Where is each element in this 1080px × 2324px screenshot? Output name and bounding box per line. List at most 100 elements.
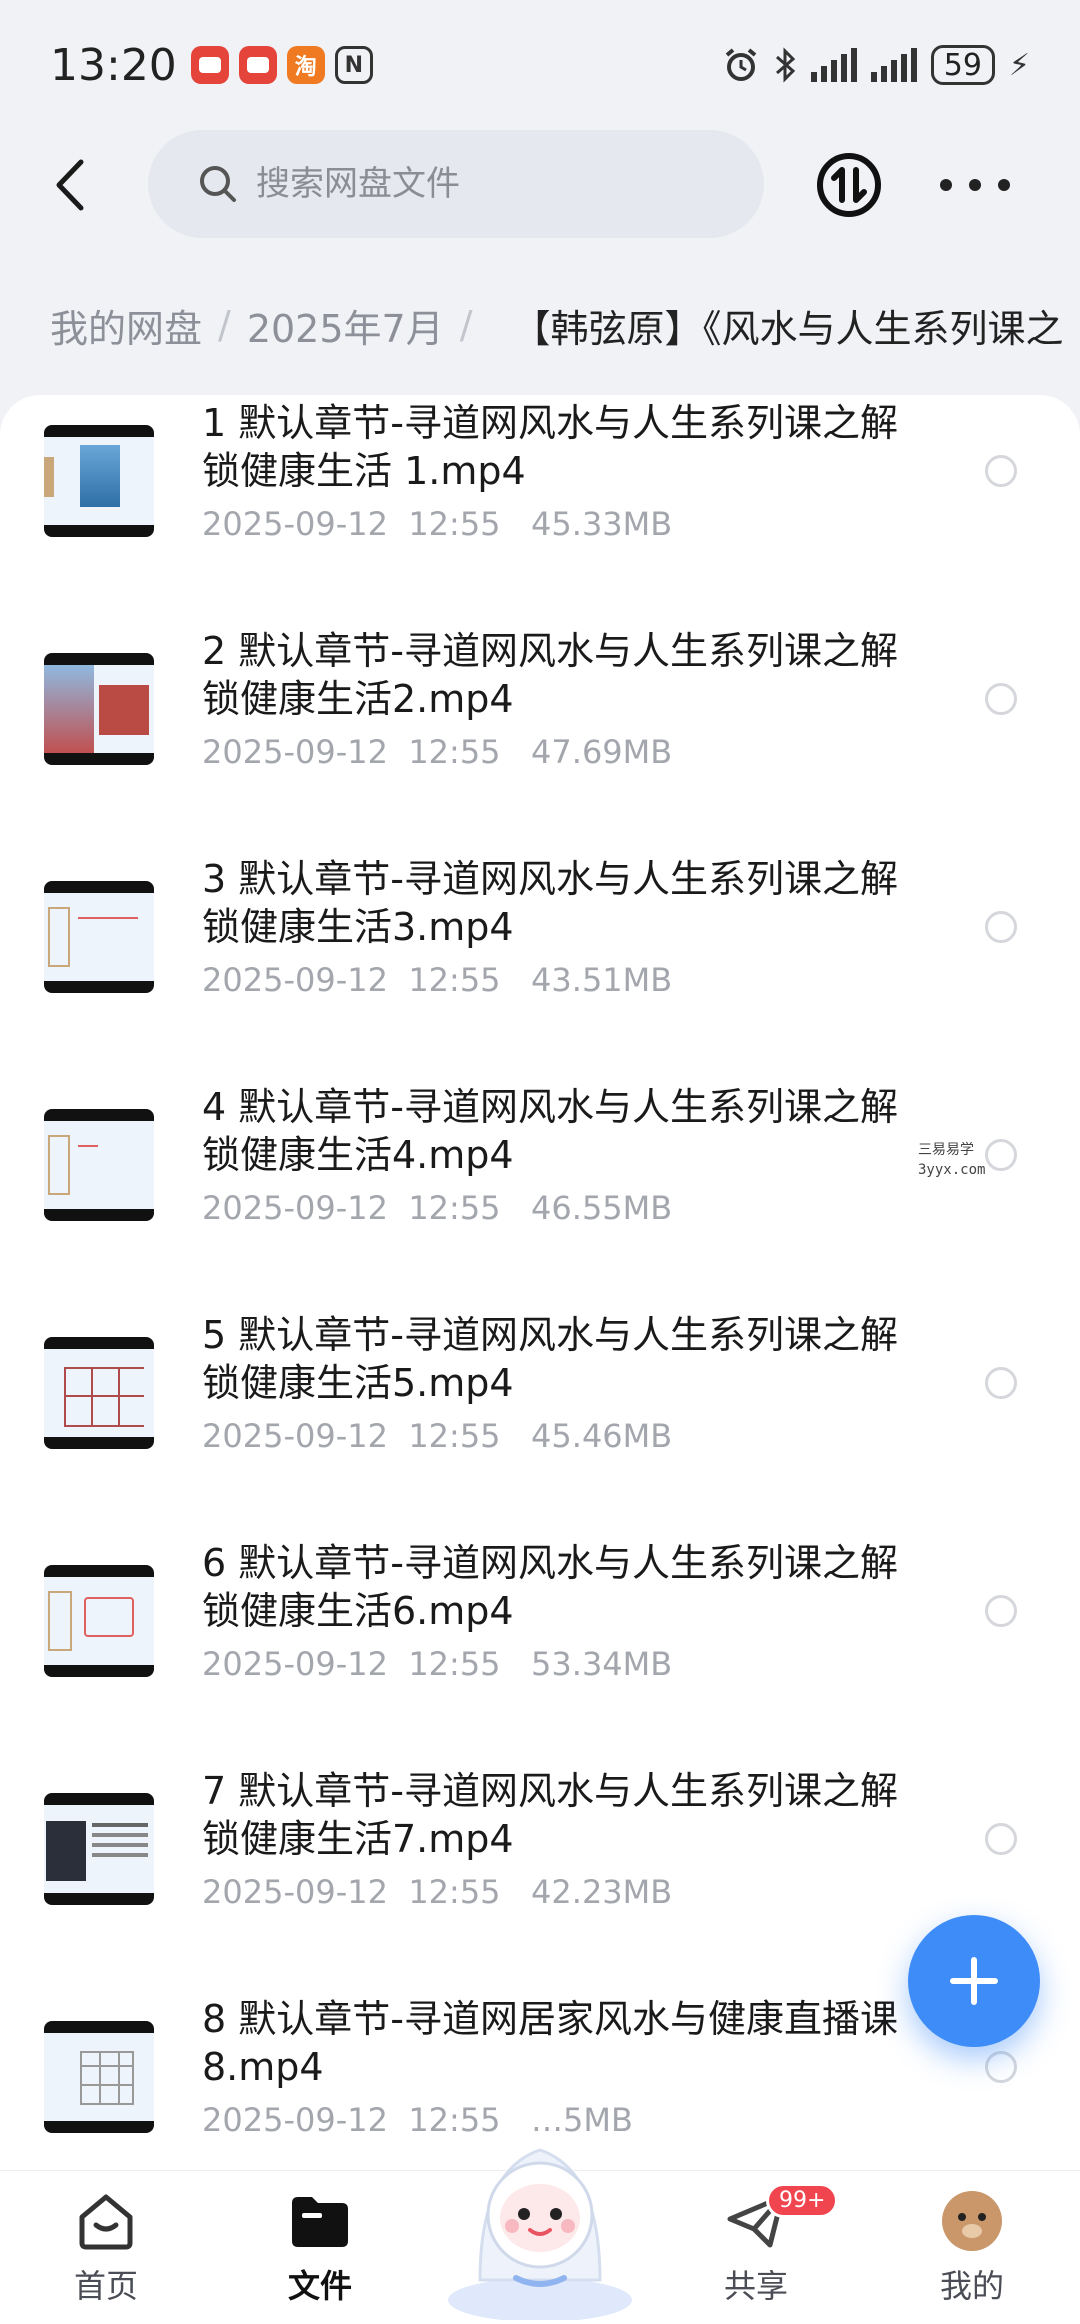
file-list: 1 默认章节-寻道网风水与人生系列课之解锁健康生活 1.mp4 2025-09-… [0,395,1080,2170]
file-size: 42.23MB [531,1873,673,1911]
file-name: 3 默认章节-寻道网风水与人生系列课之解锁健康生活3.mp4 [202,857,898,949]
select-checkbox[interactable] [985,683,1017,715]
file-meta: 2025-09-12 12:55 43.51MB [202,961,672,999]
file-date: 2025-09-12 12:55 [202,1873,501,1911]
nav-label-files: 文件 [287,2267,352,2305]
dot [998,179,1010,191]
file-date: 2025-09-12 12:55 [202,961,501,999]
select-checkbox[interactable] [985,1823,1017,1855]
nav-label-me: 我的 [939,2267,1004,2305]
nav-label-home: 首页 [73,2267,138,2305]
top-bar [0,130,1080,240]
mascot-icon [448,2148,632,2322]
nav-home[interactable]: 首页 [36,2189,176,2319]
signal-icon [810,48,857,82]
breadcrumb-item-month[interactable]: 2025年7月 [247,298,444,353]
dot [969,179,981,191]
mascot-button[interactable] [440,2110,640,2322]
breadcrumb: 我的网盘 / 2025年7月 / 【韩弦原】《风水与人生系列课之 [0,280,1080,370]
nav-share[interactable]: 99+ 共享 [686,2183,839,2319]
breadcrumb-item-root[interactable]: 我的网盘 [50,298,202,353]
video-thumbnail [44,1109,154,1221]
select-checkbox[interactable] [985,1139,1017,1171]
signal-icon [870,48,917,82]
transfer-button[interactable] [816,152,882,218]
charging-icon: ⚡ [1008,47,1030,83]
more-options-button[interactable] [940,155,1010,215]
file-date: 2025-09-12 12:55 [202,733,501,771]
watermark-line: 三易易学 [918,1142,974,1158]
file-date: 2025-09-12 12:55 [202,505,501,543]
search-input[interactable] [256,164,696,204]
add-button[interactable] [908,1915,1040,2047]
select-checkbox[interactable] [985,1595,1017,1627]
select-checkbox[interactable] [985,455,1017,487]
file-name: 4 默认章节-寻道网风水与人生系列课之解锁健康生活4.mp4 [202,1085,898,1177]
file-row[interactable]: 2 默认章节-寻道网风水与人生系列课之解锁健康生活2.mp4 2025-09-1… [0,623,1080,851]
dot [940,179,952,191]
file-name: 6 默认章节-寻道网风水与人生系列课之解锁健康生活6.mp4 [202,1541,898,1633]
chevron-left-icon [56,159,84,211]
file-row[interactable]: 4 默认章节-寻道网风水与人生系列课之解锁健康生活4.mp4 2025-09-1… [0,1079,1080,1307]
breadcrumb-current-folder: 【韩弦原】《风水与人生系列课之 [512,306,1064,351]
file-name: 7 默认章节-寻道网风水与人生系列课之解锁健康生活7.mp4 [202,1769,898,1861]
breadcrumb-separator: / [459,303,473,347]
red-app-icon [190,46,229,84]
file-size: 46.55MB [531,1189,673,1227]
file-size: 43.51MB [531,961,673,999]
file-date: 2025-09-12 12:55 [202,1645,501,1683]
plus-icon [950,1957,998,2005]
video-thumbnail [44,2021,154,2133]
file-row[interactable]: 1 默认章节-寻道网风水与人生系列课之解锁健康生活 1.mp4 2025-09-… [0,395,1080,623]
nfc-icon: N [334,46,373,84]
notification-icons: 淘 N [190,46,373,84]
home-icon [74,2189,138,2253]
video-thumbnail [44,881,154,993]
file-meta: 2025-09-12 12:55 47.69MB [202,733,672,771]
file-row[interactable]: 3 默认章节-寻道网风水与人生系列课之解锁健康生活3.mp4 2025-09-1… [0,851,1080,1079]
file-row[interactable]: 6 默认章节-寻道网风水与人生系列课之解锁健康生活6.mp4 2025-09-1… [0,1535,1080,1763]
video-thumbnail [44,653,154,765]
status-right: 59 ⚡ [723,45,1030,85]
nav-files[interactable]: 文件 [250,2189,390,2319]
transfer-arrows-icon [817,153,881,217]
file-name: 2 默认章节-寻道网风水与人生系列课之解锁健康生活2.mp4 [202,629,898,721]
file-size: 47.69MB [531,733,673,771]
file-date: 2025-09-12 12:55 [202,1189,501,1227]
file-meta: 2025-09-12 12:55 53.34MB [202,1645,672,1683]
file-meta: 2025-09-12 12:55 45.33MB [202,505,672,543]
file-meta: 2025-09-12 12:55 42.23MB [202,1873,672,1911]
video-thumbnail [44,1337,154,1449]
search-icon [200,166,236,202]
nav-label-share: 共享 [723,2267,788,2305]
file-name: 1 默认章节-寻道网风水与人生系列课之解锁健康生活 1.mp4 [202,401,898,493]
avatar-icon [940,2189,1004,2253]
watermark-line: 3yyx.com [918,1162,986,1178]
file-name: 8 默认章节-寻道网居家风水与健康直播课8.mp4 [202,1997,898,2089]
share-badge: 99+ [766,2183,839,2218]
breadcrumb-separator: / [218,303,231,347]
select-checkbox[interactable] [985,2051,1017,2083]
battery-indicator: 59 [930,45,995,85]
taobao-icon: 淘 [286,46,325,84]
file-size: 45.46MB [531,1417,673,1455]
file-size: 53.34MB [531,1645,673,1683]
video-thumbnail [44,1565,154,1677]
back-button[interactable] [40,155,100,215]
select-checkbox[interactable] [985,1367,1017,1399]
video-thumbnail [44,1793,154,1905]
status-time: 13:20 [50,39,177,91]
select-checkbox[interactable] [985,911,1017,943]
file-row[interactable]: 5 默认章节-寻道网风水与人生系列课之解锁健康生活5.mp4 2025-09-1… [0,1307,1080,1535]
file-name: 5 默认章节-寻道网风水与人生系列课之解锁健康生活5.mp4 [202,1313,898,1405]
folder-icon [288,2189,352,2253]
watermark: 三易易学 3yyx.com [918,1140,985,1180]
nav-me[interactable]: 我的 [902,2189,1042,2319]
video-thumbnail [44,425,154,537]
status-bar: 13:20 淘 N 59 ⚡ [0,0,1080,130]
file-date: 2025-09-12 12:55 [202,1417,501,1455]
red-app-icon [238,46,277,84]
file-size: 45.33MB [531,505,673,543]
file-meta: 2025-09-12 12:55 45.46MB [202,1417,672,1455]
search-bar[interactable] [148,130,764,238]
